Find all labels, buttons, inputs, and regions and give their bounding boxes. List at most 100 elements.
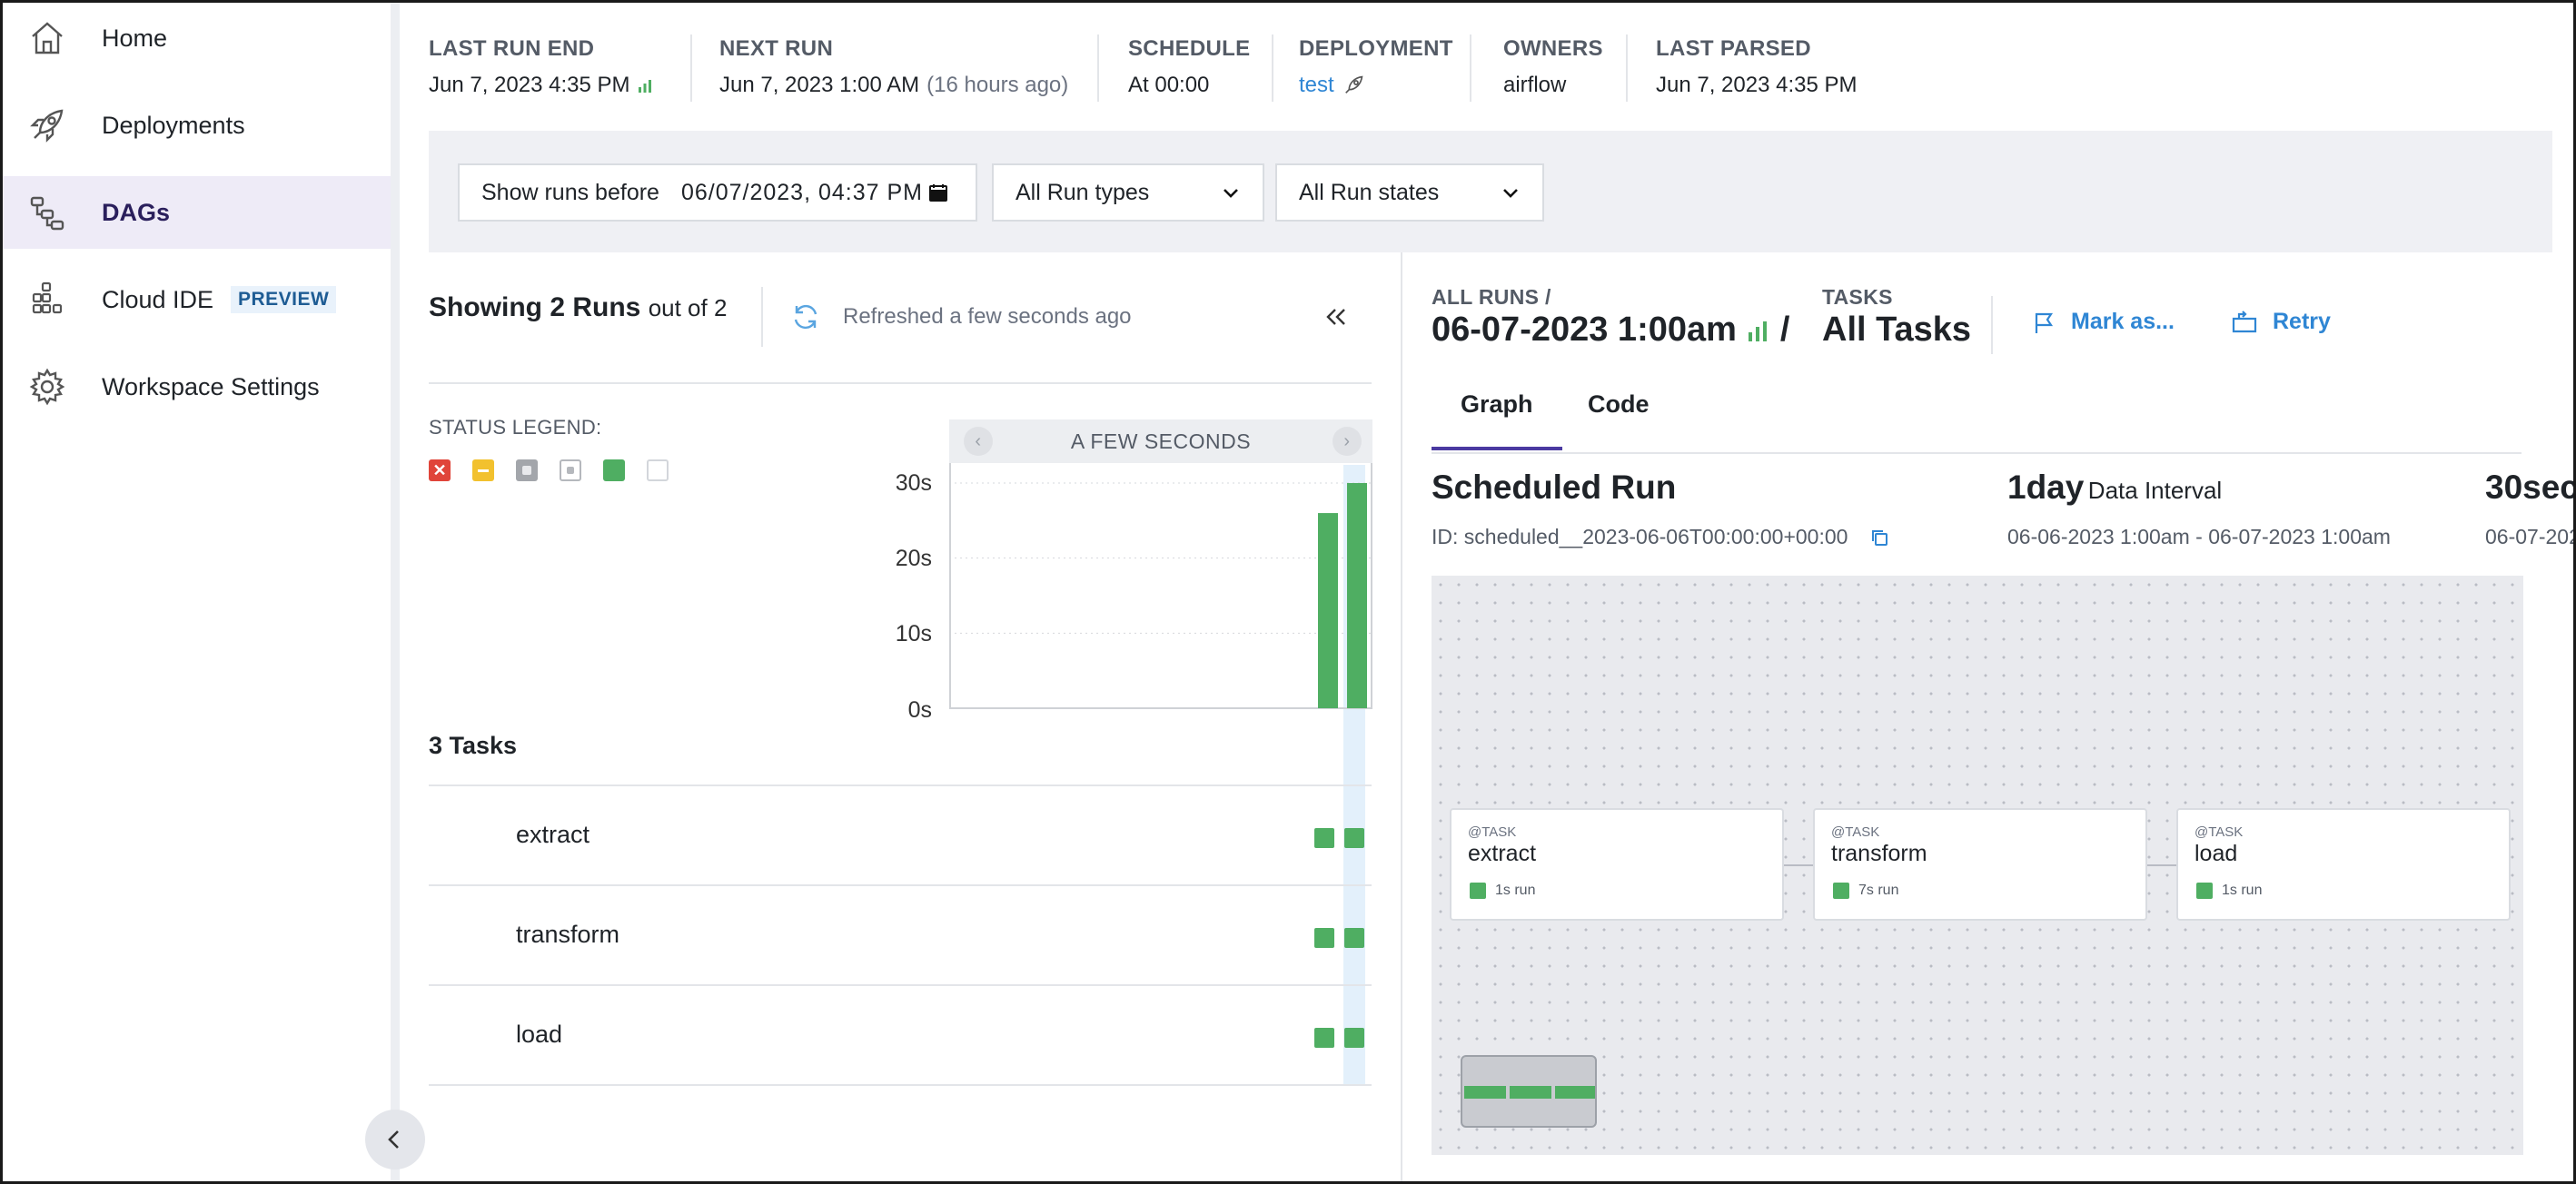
last-run-end-value: Jun 7, 2023 4:35 PM	[429, 73, 630, 97]
run-date[interactable]: 06-07-2023 1:00am	[1432, 311, 1737, 350]
graph-node-extract[interactable]: @TASK extract 1s run	[1450, 808, 1784, 921]
run-breadcrumb: 06-07-2023 1:00am /	[1432, 311, 1789, 350]
sidebar-item-cloud-ide[interactable]: Cloud IDE PREVIEW	[0, 263, 400, 336]
all-runs-breadcrumb[interactable]: ALL RUNS /	[1432, 285, 1551, 310]
divider	[1097, 35, 1099, 102]
run-types-select[interactable]: All Run types	[992, 163, 1264, 222]
detail-tabs: Graph Code	[1432, 381, 2522, 454]
last-parsed-value: Jun 7, 2023 4:35 PM	[1656, 73, 1858, 97]
sidebar-item-deployments[interactable]: Deployments	[0, 89, 400, 162]
task-instance-status[interactable]	[1314, 828, 1334, 848]
run-states-select[interactable]: All Run states	[1275, 163, 1544, 222]
y-tick-label: 30s	[895, 470, 932, 496]
last-parsed: LAST PARSED Jun 7, 2023 4:35 PM	[1656, 36, 1858, 97]
divider	[1272, 35, 1273, 102]
success-status-icon	[1470, 883, 1486, 899]
rocket-icon	[1344, 75, 1363, 94]
home-icon	[25, 16, 69, 60]
refresh-text: Refreshed a few seconds ago	[843, 304, 1132, 329]
dag-graph-canvas[interactable]: @TASK extract 1s run @TASK transform 7s …	[1432, 576, 2523, 1155]
graph-node-load[interactable]: @TASK load 1s run	[2176, 808, 2511, 921]
panel-divider	[1401, 252, 1402, 1184]
status-legend: ✕	[429, 459, 669, 481]
owners: OWNERS airflow	[1503, 36, 1603, 97]
divider	[1991, 296, 1993, 354]
gear-icon	[25, 365, 69, 409]
data-interval-range: 06-06-2023 1:00am - 06-07-2023 1:00am	[2007, 525, 2391, 548]
run-type-title: Scheduled Run	[1432, 469, 1677, 506]
tab-code[interactable]: Code	[1588, 390, 1650, 419]
run-duration-bar[interactable]	[1347, 483, 1367, 708]
tab-graph[interactable]: Graph	[1432, 390, 1561, 450]
task-instance-status[interactable]	[1314, 1028, 1334, 1048]
failed-legend-icon: ✕	[429, 459, 451, 481]
no-status-legend-icon	[647, 459, 669, 481]
graph-edge	[1784, 864, 1813, 866]
retry-button[interactable]: Retry	[2231, 309, 2331, 335]
next-run: NEXT RUN Jun 7, 2023 1:00 AM (16 hours ag…	[719, 36, 1069, 97]
runs-summary: Showing 2 Runs out of 2	[429, 292, 728, 322]
task-name: transform	[516, 921, 620, 948]
graph-node-transform[interactable]: @TASK transform 7s run	[1813, 808, 2147, 921]
minimap-node	[1464, 1086, 1506, 1099]
success-status-icon	[1833, 883, 1849, 899]
success-legend-icon	[603, 459, 625, 481]
task-instance-status[interactable]	[1344, 828, 1364, 848]
divider	[429, 382, 1372, 384]
collapse-sidebar-button[interactable]	[365, 1110, 425, 1169]
y-tick-label: 10s	[895, 621, 932, 646]
node-status: 7s run	[1833, 883, 1898, 899]
run-id: ID: scheduled__2023-06-06T00:00:00+00:00	[1432, 525, 1889, 549]
flag-icon	[2035, 312, 2054, 333]
task-instance-status[interactable]	[1314, 928, 1334, 948]
tasks-breadcrumb-value[interactable]: All Tasks	[1822, 311, 1971, 350]
sidebar-item-home[interactable]: Home	[0, 2, 400, 74]
data-interval-label: Data Interval	[2087, 477, 2223, 504]
dag-icon	[25, 191, 69, 234]
run-duration-bar[interactable]	[1318, 513, 1338, 708]
sidebar-item-dags[interactable]: DAGs	[0, 176, 400, 249]
sidebar-item-label: DAGs	[102, 198, 171, 226]
minimap-node	[1510, 1086, 1551, 1099]
run-stats-icon	[639, 80, 652, 93]
task-row-load[interactable]: load	[429, 984, 1372, 1084]
mark-as-button[interactable]: Mark as...	[2031, 309, 2175, 335]
chart-axis	[949, 463, 1372, 709]
next-run-relative: (16 hours ago)	[926, 73, 1069, 97]
success-status-icon	[2196, 883, 2213, 899]
task-instance-status[interactable]	[1344, 1028, 1364, 1048]
chart-plot	[949, 463, 1372, 709]
queued-legend-icon	[560, 459, 581, 481]
run-duration: 30sec	[2485, 469, 2576, 506]
deployment: DEPLOYMENT test	[1299, 36, 1453, 98]
sidebar-item-workspace-settings[interactable]: Workspace Settings	[0, 350, 400, 423]
refresh-status[interactable]: Refreshed a few seconds ago	[790, 301, 1132, 332]
show-runs-before-field[interactable]: Show runs before 06/07/2023, 04:37 PM	[458, 163, 977, 222]
calendar-icon[interactable]	[928, 183, 948, 202]
graph-minimap[interactable]	[1461, 1055, 1597, 1128]
node-status: 1s run	[1470, 883, 1535, 899]
divider	[1626, 35, 1628, 102]
task-row-transform[interactable]: transform	[429, 884, 1372, 984]
filter-bar: Show runs before 06/07/2023, 04:37 PM Al…	[429, 131, 2552, 252]
copy-icon[interactable]	[1869, 528, 1889, 548]
task-decorator: @TASK	[2195, 824, 2244, 840]
sidebar-item-label: Home	[102, 24, 168, 52]
deployment-link[interactable]: test	[1299, 73, 1334, 98]
minimap-node	[1555, 1086, 1595, 1099]
dag-info-bar: LAST RUN END Jun 7, 2023 4:35 PM NEXT RU…	[400, 0, 2576, 127]
retry-icon	[2232, 310, 2257, 332]
y-tick-label: 0s	[907, 697, 932, 723]
skipped-legend-icon	[516, 459, 538, 481]
node-name: extract	[1468, 841, 1537, 866]
task-row-extract[interactable]: extract	[429, 784, 1372, 884]
task-instance-status[interactable]	[1344, 928, 1364, 948]
data-interval-value: 1day	[2007, 469, 2085, 506]
rocket-icon	[25, 104, 69, 147]
schedule-value: At 00:00	[1128, 73, 1210, 97]
last-run-end: LAST RUN END Jun 7, 2023 4:35 PM	[429, 36, 653, 98]
collapse-chart-icon[interactable]	[1323, 303, 1350, 331]
date-input[interactable]: 06/07/2023, 04:37 PM	[681, 180, 923, 206]
chevron-down-icon	[1503, 189, 1518, 198]
schedule: SCHEDULE At 00:00	[1128, 36, 1251, 97]
